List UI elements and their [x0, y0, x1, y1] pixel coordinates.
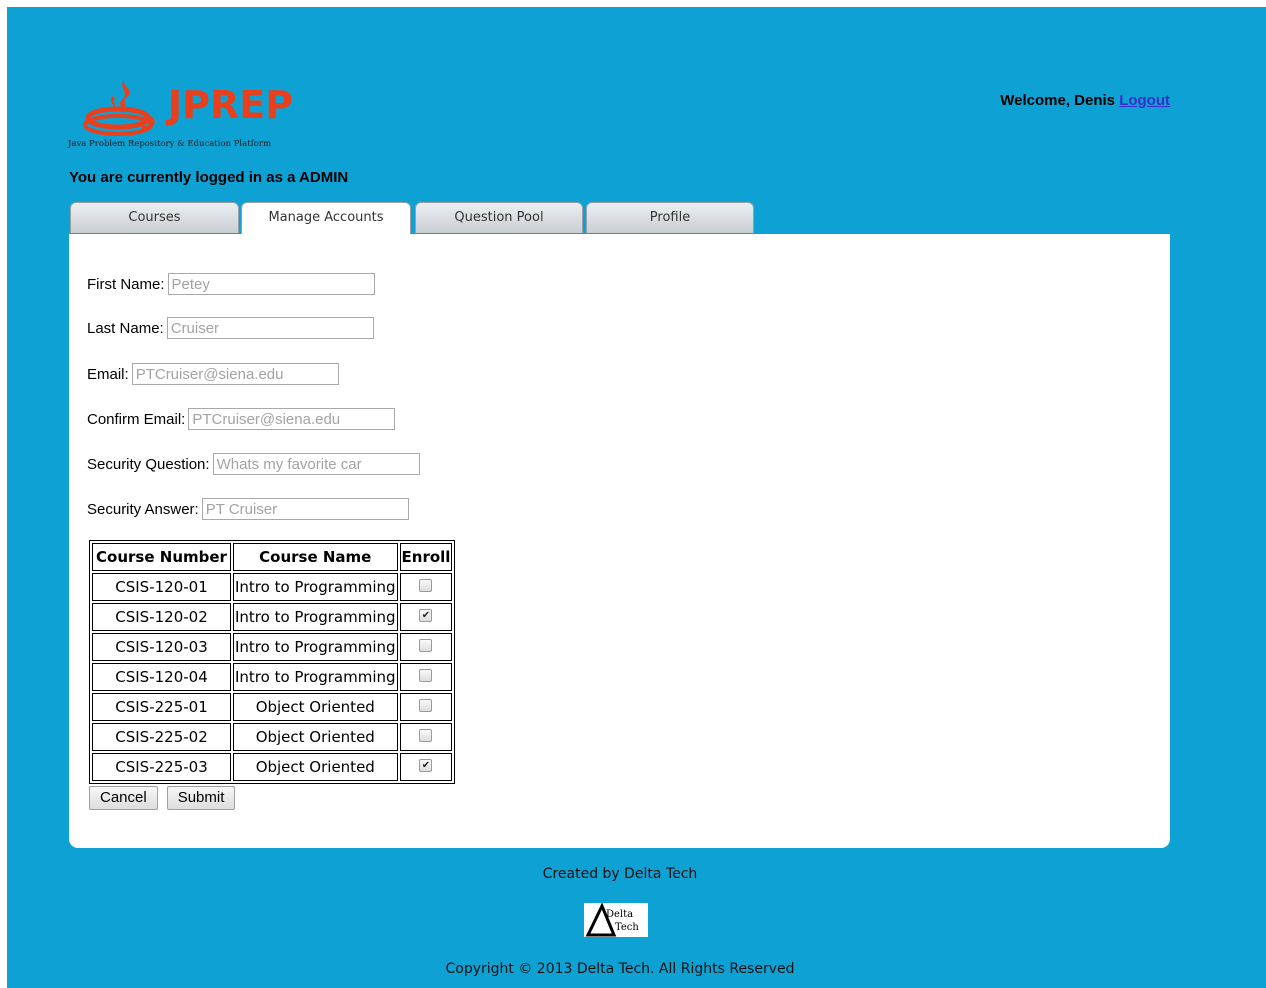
course-number-cell: CSIS-120-03 [92, 633, 231, 661]
enroll-checkbox[interactable] [419, 669, 433, 682]
course-name-cell: Intro to Programming [233, 573, 398, 601]
column-header-course-name: Course Name [233, 543, 398, 571]
table-row: CSIS-120-01 Intro to Programming [92, 573, 453, 601]
email-field[interactable] [131, 363, 339, 385]
delta-tech-logo: Delta Tech [584, 902, 648, 937]
course-number-cell: CSIS-120-01 [92, 573, 231, 601]
tab-profile[interactable]: Profile [586, 202, 754, 233]
security-question-label: Security Question: [87, 455, 210, 473]
enroll-checkbox[interactable]: ✔ [419, 609, 433, 622]
enroll-checkbox[interactable] [419, 579, 433, 592]
enroll-cell [399, 633, 453, 661]
delta-tech-logo-line2: Tech [615, 922, 639, 933]
course-name-cell: Object Oriented [233, 753, 398, 781]
course-number-cell: CSIS-120-04 [92, 663, 231, 691]
table-row: CSIS-225-01 Object Oriented [92, 693, 453, 721]
course-number-cell: CSIS-225-01 [92, 693, 231, 721]
last-name-label: Last Name: [87, 319, 164, 337]
column-header-course-number: Course Number [92, 543, 231, 571]
enroll-cell [399, 693, 453, 721]
welcome-text: Welcome, Denis [1000, 92, 1116, 109]
column-header-enroll: Enroll [399, 543, 453, 571]
cancel-button[interactable]: Cancel [89, 786, 158, 810]
delta-triangle-icon: Delta Tech [585, 902, 639, 937]
security-question-field[interactable] [212, 453, 420, 475]
role-status-text: You are currently logged in as a ADMIN [69, 169, 349, 186]
enroll-checkbox[interactable] [419, 729, 433, 742]
tab-question-pool[interactable]: Question Pool [415, 202, 583, 233]
course-rows: CSIS-120-01 Intro to Programming CSIS-120-… [92, 573, 453, 781]
enroll-cell: ✔ [399, 753, 453, 781]
first-name-row: First Name: [87, 273, 375, 295]
table-row: CSIS-120-03 Intro to Programming [92, 633, 453, 661]
enroll-checkbox[interactable]: ✔ [419, 759, 433, 772]
brand-tagline: Java Problem Repository & Education Plat… [68, 139, 272, 149]
table-row: CSIS-120-02 Intro to Programming ✔ [92, 603, 453, 631]
security-question-row: Security Question: [87, 453, 420, 475]
enroll-cell [399, 723, 453, 751]
tab-courses[interactable]: Courses [70, 202, 239, 233]
course-name-cell: Object Oriented [233, 693, 398, 721]
course-number-cell: CSIS-225-02 [92, 723, 231, 751]
course-name-cell: Intro to Programming [233, 603, 398, 631]
first-name-field[interactable] [167, 273, 375, 295]
java-flame-cup-icon: JPREP [83, 80, 293, 136]
enroll-cell [399, 663, 453, 691]
course-name-cell: Intro to Programming [233, 633, 398, 661]
security-answer-label: Security Answer: [87, 500, 199, 518]
enroll-checkbox[interactable] [419, 639, 433, 652]
created-by-text: Created by Delta Tech [542, 866, 698, 882]
course-enrollment-table: Course Number Course Name Enroll CSIS-12… [89, 540, 456, 784]
confirm-email-label: Confirm Email: [87, 410, 186, 428]
table-row: CSIS-120-04 Intro to Programming [92, 663, 453, 691]
enroll-cell: ✔ [399, 603, 453, 631]
logout-link[interactable]: Logout [1119, 92, 1170, 109]
security-answer-row: Security Answer: [87, 498, 409, 520]
manage-accounts-panel: First Name: Last Name: Email: Confirm Em… [69, 234, 1170, 848]
brand-wordmark: JPREP [165, 83, 293, 127]
email-label: Email: [87, 365, 129, 383]
jprep-logo: JPREP [82, 78, 342, 148]
email-row: Email: [87, 363, 339, 385]
first-name-label: First Name: [87, 275, 165, 293]
last-name-field[interactable] [166, 317, 374, 339]
last-name-row: Last Name: [87, 317, 374, 339]
form-actions: Cancel Submit [89, 786, 236, 810]
enroll-cell [399, 573, 453, 601]
table-header-row: Course Number Course Name Enroll [92, 543, 453, 571]
course-name-cell: Object Oriented [233, 723, 398, 751]
table-row: CSIS-225-03 Object Oriented ✔ [92, 753, 453, 781]
confirm-email-field[interactable] [188, 408, 396, 430]
course-number-cell: CSIS-225-03 [92, 753, 231, 781]
confirm-email-row: Confirm Email: [87, 408, 396, 430]
welcome-area: Welcome, Denis Logout [1000, 92, 1170, 109]
security-answer-field[interactable] [201, 498, 409, 520]
course-name-cell: Intro to Programming [233, 663, 398, 691]
course-number-cell: CSIS-120-02 [92, 603, 231, 631]
table-row: CSIS-225-02 Object Oriented [92, 723, 453, 751]
submit-button[interactable]: Submit [166, 786, 236, 810]
delta-tech-logo-line1: Delta [606, 909, 633, 920]
copyright-text: Copyright © 2013 Delta Tech. All Rights … [445, 961, 795, 977]
tab-manage-accounts[interactable]: Manage Accounts [241, 202, 411, 236]
enroll-checkbox[interactable] [419, 699, 433, 712]
